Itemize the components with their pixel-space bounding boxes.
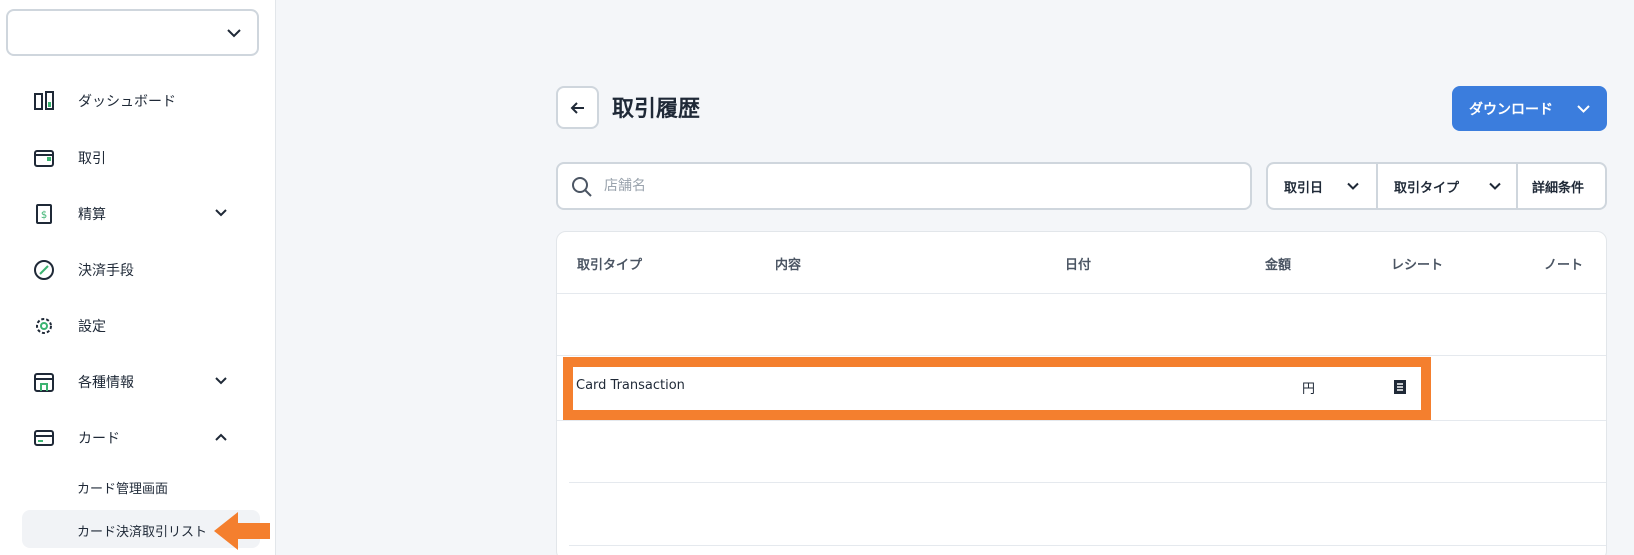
filter-date-button[interactable]: 取引日 <box>1268 164 1378 208</box>
sidebar-item-label: 精算 <box>78 207 106 223</box>
sidebar-item-transactions[interactable]: 取引 <box>0 137 276 177</box>
filter-type-label: 取引タイプ <box>1394 181 1460 196</box>
divider <box>557 293 1606 294</box>
sidebar-item-settlement[interactable]: $ 精算 <box>0 193 276 233</box>
sidebar-item-information[interactable]: 各種情報 <box>0 361 276 401</box>
sidebar-subitem-label: カード決済取引リスト <box>77 525 208 540</box>
sidebar-item-payment-methods[interactable]: 決済手段 <box>0 249 276 289</box>
column-header-receipt[interactable]: レシート <box>1391 254 1443 273</box>
filter-type-button[interactable]: 取引タイプ <box>1378 164 1518 208</box>
sidebar: ダッシュボード 取引 $ 精算 決済手段 設定 各種情報 カード カード管理画面… <box>0 0 276 555</box>
column-header-type[interactable]: 取引タイプ <box>577 254 642 273</box>
chevron-down-icon <box>1577 105 1590 113</box>
back-button[interactable] <box>556 86 599 129</box>
wallet-icon <box>34 150 54 167</box>
store-search[interactable] <box>556 162 1252 210</box>
column-header-description[interactable]: 内容 <box>775 254 801 273</box>
arrow-left-icon <box>570 102 584 114</box>
sidebar-item-label: 取引 <box>78 151 106 167</box>
column-header-date[interactable]: 日付 <box>1065 254 1091 273</box>
organization-select[interactable] <box>6 9 259 56</box>
chevron-down-icon <box>1347 182 1359 190</box>
divider <box>557 355 1606 356</box>
cell-amount-unit: 円 <box>1302 382 1316 397</box>
sidebar-item-dashboard[interactable]: ダッシュボード <box>0 80 276 120</box>
dashboard-icon <box>34 91 54 110</box>
filter-date-label: 取引日 <box>1284 181 1324 196</box>
highlight-box <box>563 357 1431 420</box>
filter-detail-button[interactable]: 詳細条件 <box>1518 164 1605 208</box>
annotation-arrow-icon <box>214 512 270 550</box>
chevron-up-icon <box>215 433 227 441</box>
sidebar-item-card[interactable]: カード <box>0 417 276 457</box>
divider <box>557 420 1606 421</box>
sidebar-item-label: カード <box>78 431 120 447</box>
gear-icon <box>36 318 52 334</box>
sidebar-item-label: 決済手段 <box>78 263 134 279</box>
divider <box>569 482 1606 483</box>
svg-text:$: $ <box>41 210 47 221</box>
column-header-note[interactable]: ノート <box>1544 254 1583 273</box>
chevron-down-icon <box>215 377 227 385</box>
payment-method-icon <box>34 260 54 280</box>
filter-detail-label: 詳細条件 <box>1532 181 1585 196</box>
sidebar-subitem-card-management[interactable]: カード管理画面 <box>22 467 260 505</box>
cell-transaction-type: Card Transaction <box>576 378 685 393</box>
chevron-down-icon <box>227 29 241 38</box>
download-button[interactable]: ダウンロード <box>1452 86 1607 131</box>
info-store-icon <box>34 373 54 392</box>
receipt-dollar-icon: $ <box>36 204 52 224</box>
search-icon <box>572 177 592 197</box>
sidebar-item-settings[interactable]: 設定 <box>0 305 276 345</box>
filter-group: 取引日 取引タイプ 詳細条件 <box>1266 162 1607 210</box>
divider <box>569 545 1606 546</box>
download-label: ダウンロード <box>1469 102 1553 118</box>
card-icon <box>34 430 54 446</box>
sidebar-subitem-label: カード管理画面 <box>77 482 169 497</box>
chevron-down-icon <box>1489 182 1501 190</box>
sidebar-item-label: 設定 <box>78 319 106 335</box>
page-title: 取引履歴 <box>612 97 701 122</box>
search-input[interactable] <box>604 173 1224 199</box>
column-header-amount[interactable]: 金額 <box>1265 254 1291 273</box>
sidebar-item-label: ダッシュボード <box>78 94 176 110</box>
chevron-down-icon <box>215 209 227 217</box>
receipt-icon[interactable] <box>1393 379 1407 395</box>
sidebar-item-label: 各種情報 <box>78 375 134 391</box>
